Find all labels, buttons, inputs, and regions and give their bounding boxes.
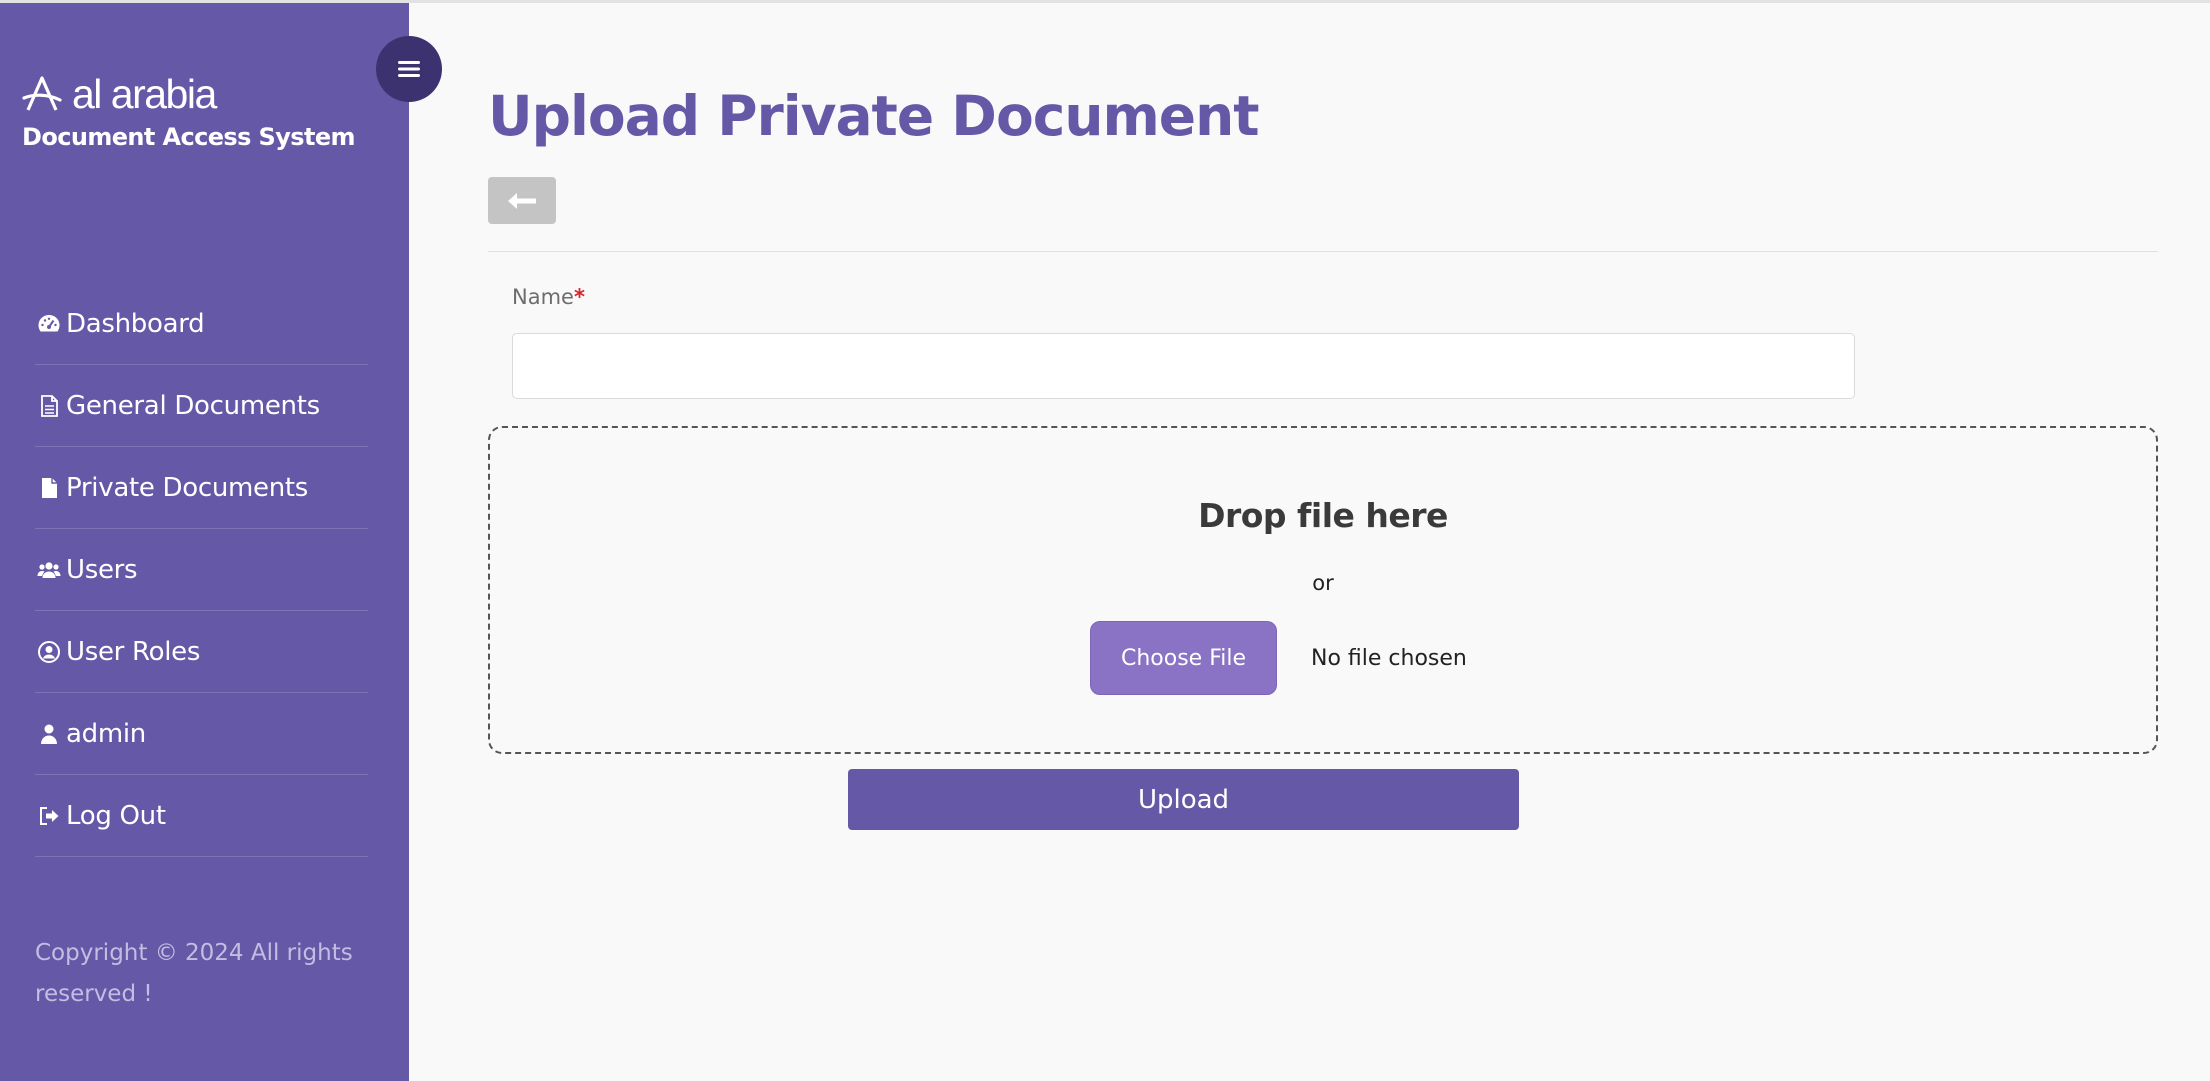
upload-button[interactable]: Upload [848, 769, 1519, 830]
name-field-label: Name* [512, 285, 585, 309]
file-status-text: No file chosen [1311, 645, 1467, 671]
users-group-icon [35, 556, 63, 584]
file-input-row: Choose File No file chosen [1090, 621, 1467, 695]
sidebar-item-general-documents[interactable]: General Documents [35, 365, 368, 447]
sidebar-item-private-documents[interactable]: Private Documents [35, 447, 368, 529]
logo-text: al arabia [72, 70, 217, 117]
sidebar-item-label: Private Documents [66, 472, 309, 503]
required-marker: * [573, 285, 585, 309]
divider [488, 251, 2158, 252]
document-solid-icon [35, 474, 63, 502]
name-label-text: Name [512, 285, 574, 309]
sidebar-item-users[interactable]: Users [35, 529, 368, 611]
arrow-left-icon [508, 192, 536, 209]
dropzone-or-text: or [1312, 571, 1334, 595]
al-arabia-logo-icon [22, 76, 62, 111]
app-subtitle: Document Access System [22, 123, 356, 151]
sidebar-item-user-roles[interactable]: User Roles [35, 611, 368, 693]
sidebar-item-admin[interactable]: admin [35, 693, 368, 775]
sidebar: al arabia Document Access System Dashboa… [0, 3, 409, 1081]
hamburger-menu-icon [398, 61, 420, 77]
file-dropzone[interactable]: Drop file here or Choose File No file ch… [488, 426, 2158, 754]
brand: al arabia Document Access System [22, 71, 356, 152]
choose-file-button[interactable]: Choose File [1090, 621, 1277, 695]
sidebar-toggle-button[interactable] [376, 36, 442, 102]
sidebar-nav: Dashboard General Documents Private Docu… [35, 283, 368, 857]
dropzone-title: Drop file here [1198, 496, 1448, 535]
sidebar-item-log-out[interactable]: Log Out [35, 775, 368, 857]
sidebar-item-label: admin [66, 718, 146, 749]
sidebar-item-label: General Documents [66, 390, 320, 421]
logout-icon [35, 802, 63, 830]
logo[interactable]: al arabia [22, 71, 355, 117]
user-circle-icon [35, 638, 63, 666]
back-button[interactable] [488, 177, 556, 224]
copyright-text: Copyright © 2024 All rights reserved ! [35, 940, 353, 1007]
sidebar-item-label: Users [66, 554, 138, 585]
dashboard-gauge-icon [35, 310, 63, 338]
page-title: Upload Private Document [488, 84, 1260, 148]
user-icon [35, 720, 63, 748]
document-outline-icon [35, 392, 63, 420]
sidebar-item-label: Dashboard [66, 308, 205, 339]
sidebar-item-label: Log Out [66, 800, 166, 831]
sidebar-item-label: User Roles [66, 636, 201, 667]
name-input[interactable] [512, 333, 1855, 399]
sidebar-item-dashboard[interactable]: Dashboard [35, 283, 368, 365]
